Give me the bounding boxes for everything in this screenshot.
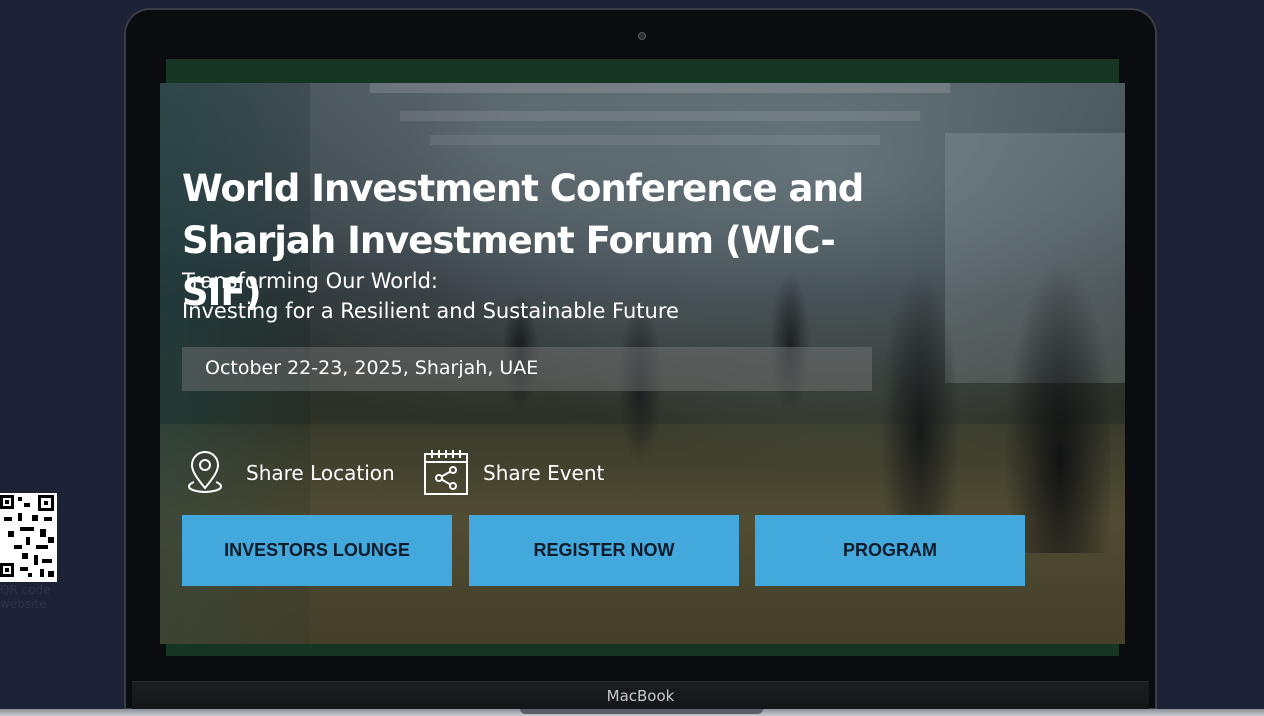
qr-caption-line2: website [0, 597, 47, 611]
event-date: October 22-23, 2025, Sharjah, UAE [205, 357, 539, 379]
share-location-label: Share Location [246, 461, 395, 485]
qr-caption-line1: QR code [0, 583, 51, 597]
hero-subtitle: Transforming Our World: Investing for a … [182, 266, 782, 326]
share-location-link[interactable]: Share Location [182, 448, 395, 498]
share-event-label: Share Event [483, 461, 605, 485]
laptop-bottom-bezel: MacBook [132, 681, 1149, 710]
location-pin-icon [182, 450, 228, 496]
qr-code-icon [0, 493, 57, 582]
program-button[interactable]: PROGRAM [755, 515, 1025, 586]
hero-screen: World Investment Conference and Sharjah … [160, 83, 1125, 644]
laptop-base-notch [520, 709, 763, 714]
event-date-bar: October 22-23, 2025, Sharjah, UAE [182, 347, 872, 391]
hero-subtitle-line1: Transforming Our World: [182, 269, 439, 293]
camera-icon [638, 32, 646, 40]
qr-caption: QR code website [0, 583, 70, 611]
share-event-link[interactable]: Share Event [423, 448, 604, 498]
laptop-brand-label: MacBook [606, 687, 675, 705]
investors-lounge-button[interactable]: INVESTORS LOUNGE [182, 515, 452, 586]
share-calendar-icon [423, 449, 469, 497]
hero-title-line1: World Investment Conference and [182, 167, 864, 210]
hero-subtitle-line2: Investing for a Resilient and Sustainabl… [182, 299, 679, 323]
register-now-button[interactable]: REGISTER NOW [469, 515, 739, 586]
